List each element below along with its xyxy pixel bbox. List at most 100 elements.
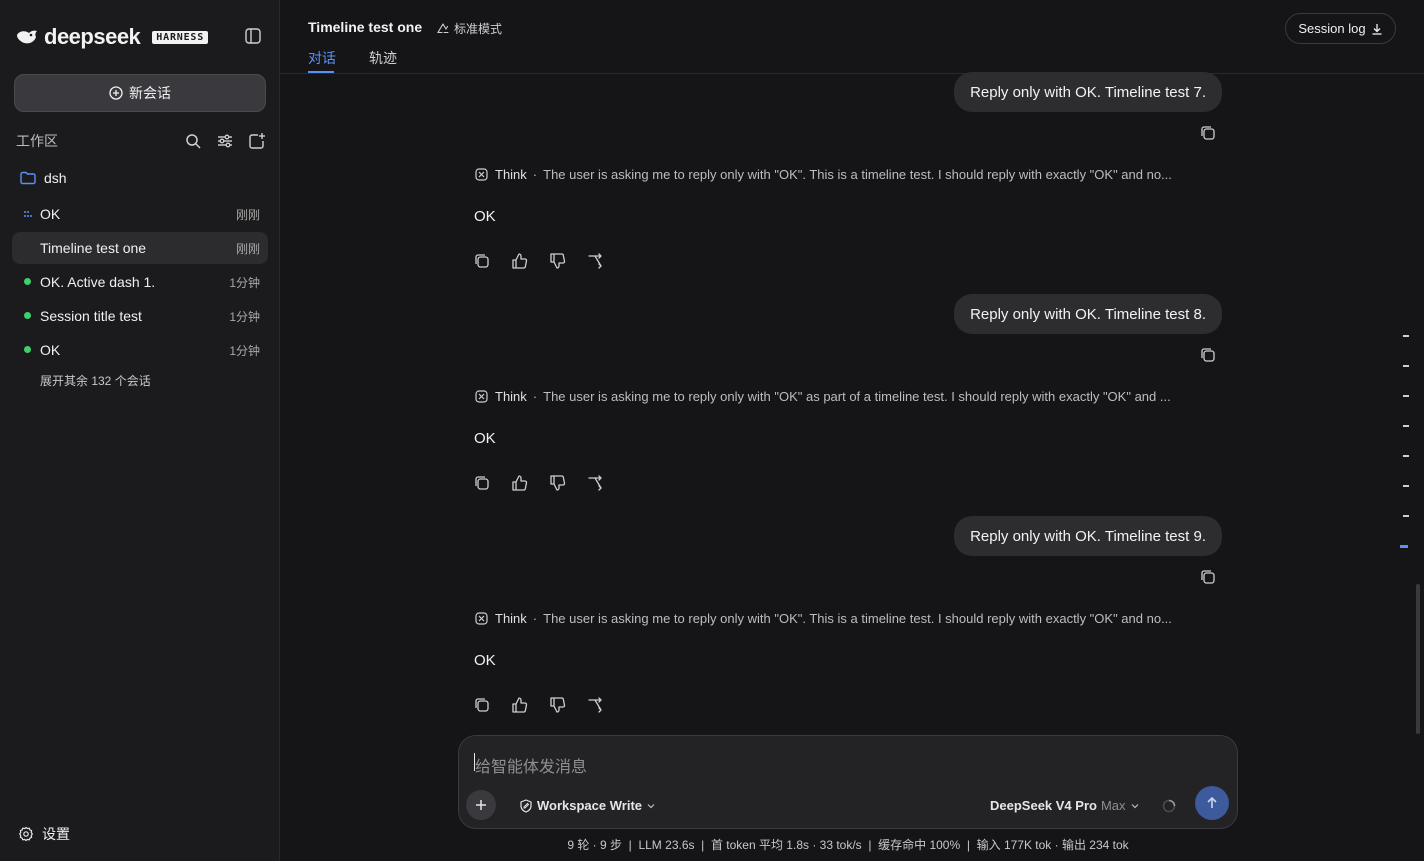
settings-button[interactable]: 设置: [18, 824, 70, 844]
gear-icon: [18, 826, 34, 842]
new-chat-label: 新会话: [129, 85, 171, 101]
timeline-marker[interactable]: [1403, 365, 1409, 367]
think-icon: [475, 612, 488, 625]
copy-icon[interactable]: [473, 696, 491, 714]
copy-icon[interactable]: [1199, 346, 1217, 364]
assistant-answer: OK: [474, 652, 496, 669]
separator-dot: ·: [532, 389, 538, 404]
message-input[interactable]: 给智能体发消息: [475, 753, 587, 777]
thumbs-up-icon[interactable]: [511, 696, 529, 714]
thumbs-down-icon[interactable]: [549, 474, 567, 492]
thumbs-down-icon[interactable]: [549, 252, 567, 270]
recycle-icon: [437, 22, 449, 33]
session-log-label: Session log: [1298, 21, 1366, 36]
new-folder-icon[interactable]: [248, 132, 266, 150]
thumbs-down-icon[interactable]: [549, 696, 567, 714]
page-title: Timeline test one: [308, 19, 423, 35]
timeline-marker-current[interactable]: [1400, 545, 1408, 548]
workspace-header: 工作区: [16, 131, 266, 151]
session-stats: 9 轮 · 9 步 | LLM 23.6s | 首 token 平均 1.8s …: [567, 838, 1129, 852]
session-time: 1分钟: [229, 275, 260, 290]
shield-edit-icon: [520, 798, 532, 813]
workspace-mode-select[interactable]: Workspace Write: [519, 798, 656, 813]
message-composer: 给智能体发消息 Workspace Write DeepSeek V4 Pro …: [458, 735, 1238, 829]
mode-label: 标准模式: [454, 22, 503, 36]
send-button[interactable]: [1195, 786, 1229, 820]
timeline-marker[interactable]: [1403, 335, 1409, 337]
message-actions: [473, 696, 605, 714]
sidebar-session-item[interactable]: OK 刚刚: [12, 198, 268, 230]
copy-icon[interactable]: [473, 474, 491, 492]
model-select[interactable]: DeepSeek V4 Pro Max: [990, 798, 1140, 813]
assistant-answer: OK: [474, 208, 496, 225]
copy-icon[interactable]: [473, 252, 491, 270]
plus-circle-icon: [109, 86, 123, 100]
session-time: 刚刚: [235, 241, 260, 256]
settings-label: 设置: [42, 826, 70, 842]
folder-name: dsh: [44, 170, 67, 186]
workspace-mode-label: Workspace Write: [537, 798, 643, 813]
filter-sliders-icon[interactable]: [216, 132, 234, 150]
think-label: Think: [495, 611, 527, 626]
thumbs-up-icon[interactable]: [511, 252, 529, 270]
sidebar-toggle-icon[interactable]: [244, 27, 262, 45]
workspace-folder[interactable]: dsh: [20, 170, 67, 186]
session-title: Session title test: [40, 308, 142, 324]
session-title: OK: [40, 342, 61, 358]
think-summary[interactable]: Think · The user is asking me to reply o…: [474, 167, 1222, 182]
download-icon: [1372, 23, 1382, 35]
assistant-answer: OK: [474, 430, 496, 447]
new-chat-button[interactable]: 新会话: [14, 74, 266, 112]
brand-badge: HARNESS: [152, 30, 209, 44]
mode-indicator[interactable]: 标准模式: [436, 20, 502, 37]
sidebar-session-item[interactable]: OK 1分钟: [12, 334, 268, 366]
session-title: OK. Active dash 1.: [40, 274, 156, 290]
expand-sessions-link[interactable]: 展开其余 132 个会话: [40, 372, 151, 389]
think-text: The user is asking me to reply only with…: [543, 167, 1172, 182]
tab-conversation[interactable]: 对话: [308, 48, 336, 68]
message-actions: [473, 252, 605, 270]
sidebar-session-item-active[interactable]: Timeline test one 刚刚: [12, 232, 268, 264]
session-title: OK: [40, 206, 61, 222]
plus-icon: [476, 800, 486, 810]
status-dot: [24, 312, 31, 319]
session-title: Timeline test one: [40, 240, 147, 256]
timeline-marker[interactable]: [1403, 485, 1409, 487]
think-icon: [475, 168, 488, 181]
timeline-marker[interactable]: [1403, 455, 1409, 457]
attach-button[interactable]: [466, 790, 496, 820]
tab-trace[interactable]: 轨迹: [369, 48, 397, 68]
branch-icon[interactable]: [587, 474, 605, 492]
session-time: 刚刚: [235, 207, 260, 222]
session-log-button[interactable]: Session log: [1285, 13, 1396, 44]
timeline-marker[interactable]: [1403, 395, 1409, 397]
copy-icon[interactable]: [1199, 124, 1217, 142]
think-summary[interactable]: Think · The user is asking me to reply o…: [474, 389, 1222, 404]
loading-dots-icon: [24, 211, 32, 217]
sidebar-session-item[interactable]: OK. Active dash 1. 1分钟: [12, 266, 268, 298]
user-message-bubble: Reply only with OK. Timeline test 9.: [954, 516, 1222, 556]
whale-logo-icon: [17, 30, 37, 44]
brand-logo: deepseek HARNESS: [16, 24, 209, 50]
sidebar-session-item[interactable]: Session title test 1分钟: [12, 300, 268, 332]
chevron-down-icon: [647, 803, 655, 808]
think-text: The user is asking me to reply only with…: [543, 389, 1171, 404]
loading-spinner-icon: [1162, 799, 1176, 813]
timeline-marker[interactable]: [1403, 425, 1409, 427]
workspace-label: 工作区: [16, 133, 58, 149]
user-message-bubble: Reply only with OK. Timeline test 8.: [954, 294, 1222, 334]
search-icon[interactable]: [184, 132, 202, 150]
session-time: 1分钟: [229, 309, 260, 324]
separator-dot: ·: [532, 611, 538, 626]
thumbs-up-icon[interactable]: [511, 474, 529, 492]
branch-icon[interactable]: [587, 252, 605, 270]
think-summary[interactable]: Think · The user is asking me to reply o…: [474, 611, 1222, 626]
think-label: Think: [495, 389, 527, 404]
copy-icon[interactable]: [1199, 568, 1217, 586]
status-dot: [24, 278, 31, 285]
timeline-marker[interactable]: [1403, 515, 1409, 517]
scrollbar-thumb[interactable]: [1416, 584, 1420, 734]
branch-icon[interactable]: [587, 696, 605, 714]
active-tab-indicator: [308, 71, 334, 73]
chevron-down-icon: [1131, 803, 1138, 808]
